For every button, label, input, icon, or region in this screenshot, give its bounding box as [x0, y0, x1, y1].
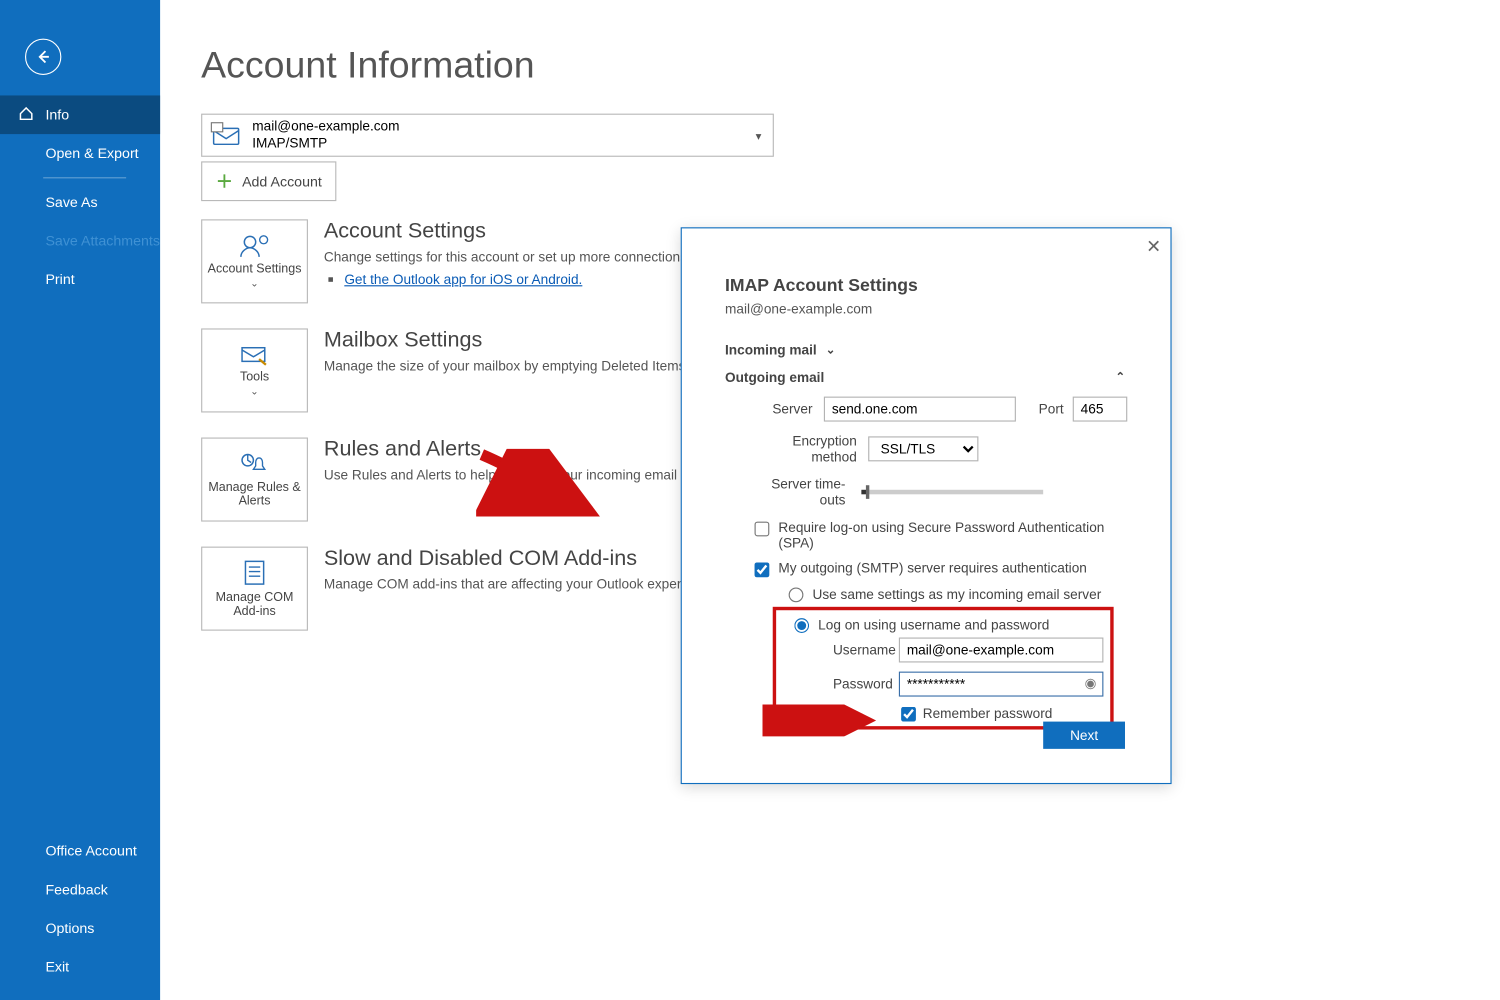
sidebar-item-save-as[interactable]: Save As [0, 183, 160, 222]
logon-username-password-radio[interactable] [794, 618, 809, 633]
com-addins-tile[interactable]: Manage COM Add-ins [201, 547, 308, 631]
imap-settings-dialog: ✕ IMAP Account Settings mail@one-example… [681, 227, 1172, 784]
spa-checkbox[interactable] [755, 522, 770, 537]
reveal-password-icon[interactable]: ◉ [1085, 675, 1097, 691]
file-sidebar: Info Open & Export Save As Save Attachme… [0, 0, 160, 1000]
sidebar-item-exit[interactable]: Exit [0, 948, 160, 987]
tools-tile[interactable]: Tools⌄ [201, 328, 308, 412]
next-button[interactable]: Next [1043, 722, 1125, 749]
mailbox-tools-icon [239, 343, 271, 366]
dialog-close-icon[interactable]: ✕ [1146, 235, 1161, 258]
sidebar-item-feedback[interactable]: Feedback [0, 870, 160, 909]
encryption-select[interactable]: SSL/TLS [868, 436, 978, 461]
back-button[interactable] [25, 39, 61, 75]
chevron-up-icon: ⌃ [1115, 371, 1125, 384]
user-gear-icon [239, 233, 271, 258]
page-title: Account Information [201, 43, 1500, 86]
server-input[interactable] [824, 397, 1016, 422]
selected-account-email: mail@one-example.com [252, 118, 399, 135]
remember-password-checkbox[interactable] [901, 706, 916, 721]
selected-account-type: IMAP/SMTP [252, 135, 399, 152]
timeout-slider[interactable] [861, 490, 1043, 495]
sidebar-item-save-attachments: Save Attachments [0, 222, 160, 261]
mail-account-icon [209, 117, 245, 153]
section-title-com-addins: Slow and Disabled COM Add-ins [324, 547, 718, 572]
sidebar-item-options[interactable]: Options [0, 909, 160, 948]
credentials-highlight-box: Log on using username and password Usern… [773, 607, 1114, 730]
rules-bell-icon [239, 451, 271, 476]
document-list-icon [241, 559, 268, 586]
account-selector[interactable]: mail@one-example.com IMAP/SMTP ▾ [201, 114, 774, 157]
password-input[interactable] [899, 672, 1104, 697]
port-input[interactable] [1073, 397, 1128, 422]
outgoing-email-header[interactable]: Outgoing email ⌃ [725, 369, 1127, 385]
get-outlook-app-link[interactable]: Get the Outlook app for iOS or Android. [344, 272, 582, 288]
rules-alerts-tile[interactable]: Manage Rules & Alerts [201, 438, 308, 522]
add-account-button[interactable]: ＋ Add Account [201, 161, 336, 201]
use-same-settings-radio[interactable] [789, 587, 804, 602]
sidebar-item-info[interactable]: Info [0, 95, 160, 134]
chevron-down-icon: ⌄ [250, 277, 259, 288]
dialog-email: mail@one-example.com [725, 301, 1127, 317]
plus-icon: ＋ [216, 169, 233, 193]
chevron-down-icon: ▾ [756, 131, 762, 144]
dialog-title: IMAP Account Settings [725, 276, 1127, 296]
sidebar-item-open-export[interactable]: Open & Export [0, 134, 160, 173]
home-icon [18, 106, 34, 122]
main-panel: Account Information mail@one-example.com… [160, 0, 1500, 1000]
sidebar-item-office-account[interactable]: Office Account [0, 832, 160, 871]
username-input[interactable] [899, 638, 1104, 663]
chevron-down-icon: ⌄ [826, 344, 836, 357]
incoming-mail-header[interactable]: Incoming mail ⌄ [725, 342, 1127, 358]
account-settings-tile[interactable]: Account Settings ⌄ [201, 219, 308, 303]
section-title-account-settings: Account Settings [324, 219, 691, 244]
smtp-auth-checkbox[interactable] [755, 563, 770, 578]
sidebar-item-print[interactable]: Print [0, 260, 160, 299]
chevron-down-icon: ⌄ [250, 385, 259, 396]
